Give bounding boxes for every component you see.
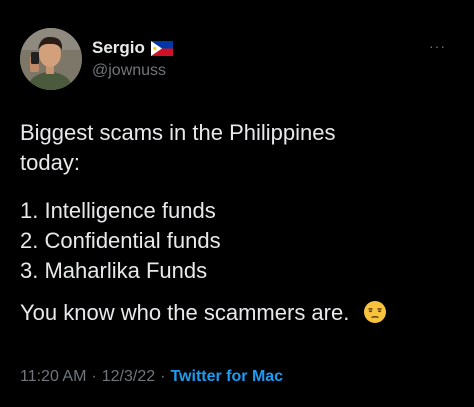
- tweet-meta: 11:20 AM · 12/3/22 · Twitter for Mac: [20, 368, 283, 386]
- tweet-list-item: 3. Maharlika Funds: [20, 258, 208, 283]
- tweet-list-item: 1. Intelligence funds: [20, 198, 216, 223]
- philippines-flag-icon: [150, 40, 173, 56]
- unamused-face-emoji-icon: [364, 301, 387, 323]
- meta-separator: ·: [160, 368, 166, 385]
- more-dots-icon[interactable]: ···: [429, 38, 446, 54]
- tweet-time[interactable]: 11:20 AM: [20, 368, 86, 386]
- tweet-intro: Biggest scams in the Philippines today:: [20, 118, 460, 178]
- tweet-source-link[interactable]: Twitter for Mac: [170, 368, 283, 386]
- tweet-closing: You know who the scammers are.: [20, 298, 460, 328]
- tweet-closing-text: You know who the scammers are.: [20, 300, 350, 325]
- tweet-text: Biggest scams in the Philippines today: …: [20, 118, 460, 328]
- author-name[interactable]: Sergio: [92, 38, 145, 58]
- tweet-intro-line-1: Biggest scams in the Philippines: [20, 120, 336, 145]
- author-handle[interactable]: @jownuss: [92, 62, 166, 80]
- tweet-list-item: 2. Confidential funds: [20, 228, 221, 253]
- author-avatar[interactable]: [20, 28, 82, 90]
- tweet-date[interactable]: 12/3/22: [102, 368, 155, 386]
- tweet-intro-line-2: today:: [20, 150, 80, 175]
- author-name-row: Sergio: [92, 38, 173, 58]
- meta-separator: ·: [91, 368, 97, 385]
